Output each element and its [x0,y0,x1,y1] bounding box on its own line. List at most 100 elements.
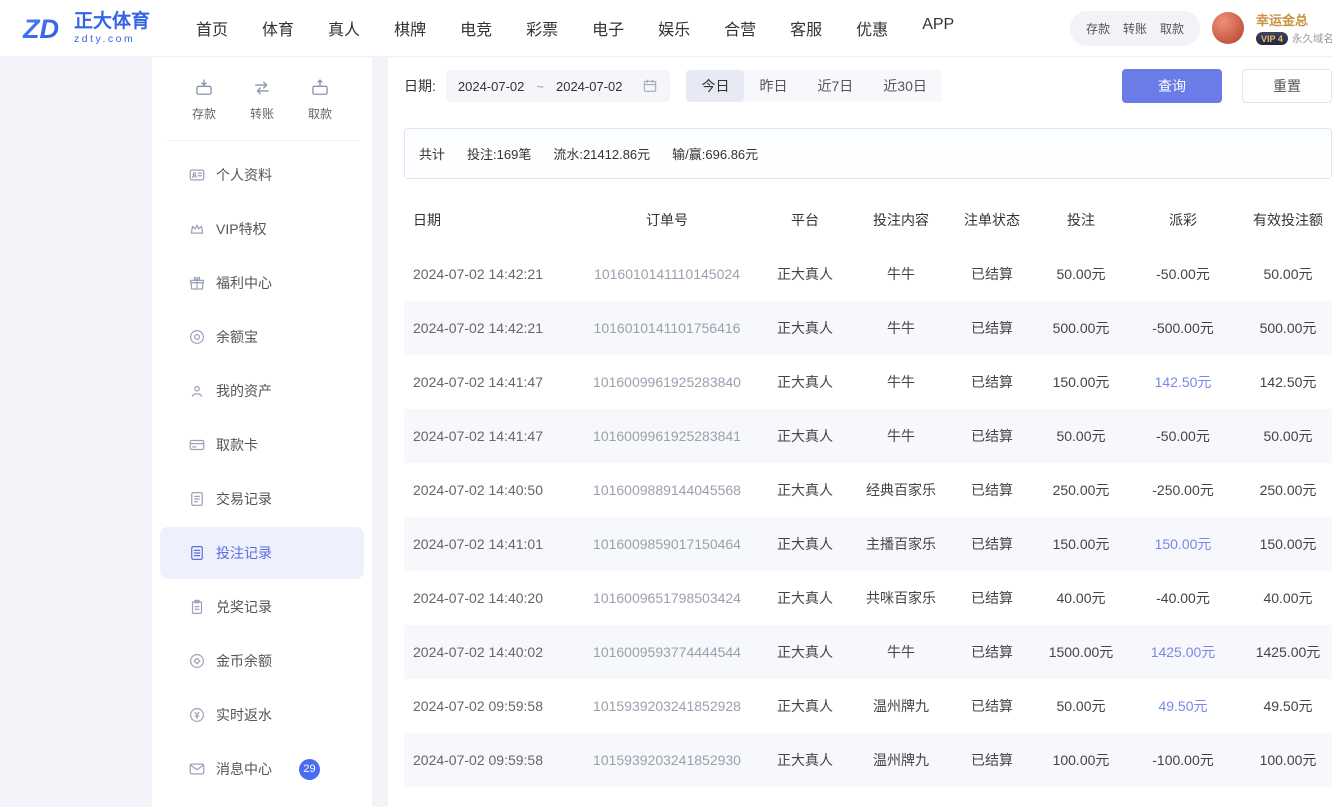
cell-date: 2024-07-02 14:41:01 [404,536,574,552]
cell-order-number: 1015939203241852930 [574,752,760,768]
withdraw-icon [310,78,330,98]
header-platform: 平台 [760,210,850,230]
date-to: 2024-07-02 [556,79,623,94]
nav-item[interactable]: 体育 [262,16,294,40]
nav-item[interactable]: 真人 [328,16,360,40]
cell-payout: -50.00元 [1130,264,1236,284]
table-row: 2024-07-02 14:41:47 1016009961925283840 … [404,355,1332,409]
cell-status: 已结算 [952,534,1032,554]
cell-payout: -100.00元 [1130,750,1236,770]
nav-item[interactable]: 娱乐 [658,16,690,40]
cell-status: 已结算 [952,696,1032,716]
range-yesterday-button[interactable]: 昨日 [744,70,802,102]
sidebar-item-assets[interactable]: 我的资产 [160,365,364,417]
nav-item[interactable]: APP [922,16,954,40]
deposit-link[interactable]: 存款 [1086,20,1110,37]
sidebar-item-welfare[interactable]: 福利中心 [160,257,364,309]
cell-bet-content: 温州牌九 [850,750,952,770]
main-nav: 首页 体育 真人 棋牌 电竞 彩票 电子 娱乐 合营 客服 优惠 APP [196,16,954,40]
brand-name: 正大体育 [74,11,150,33]
cell-date: 2024-07-02 14:40:02 [404,644,574,660]
sidebar-item-redeem-records[interactable]: 兑奖记录 [160,581,364,633]
cell-status: 已结算 [952,750,1032,770]
table-row: 2024-07-02 14:42:21 1016010141110145024 … [404,247,1332,301]
nav-item[interactable]: 客服 [790,16,822,40]
withdraw-quick-action[interactable]: 取款 [308,78,332,122]
cell-platform: 正大真人 [760,480,850,500]
cell-payout: -50.00元 [1130,426,1236,446]
nav-item[interactable]: 首页 [196,16,228,40]
cell-bet-content: 经典百家乐 [850,480,952,500]
nav-item[interactable]: 电子 [592,16,624,40]
summary-prefix: 共计 [419,144,445,163]
cell-status: 已结算 [952,588,1032,608]
calendar-icon [642,78,658,94]
nav-item[interactable]: 电竞 [460,16,492,40]
brand-domain: zdty.com [74,33,150,45]
cell-platform: 正大真人 [760,534,850,554]
deposit-icon [194,78,214,98]
coin-icon [188,328,206,346]
wallet-quick-actions: 存款 转账 取款 [1070,11,1200,46]
deposit-quick-action[interactable]: 存款 [192,78,216,122]
brand-text: 正大体育 zdty.com [74,11,150,45]
cell-bet-amount: 100.00元 [1032,750,1130,770]
cell-platform: 正大真人 [760,696,850,716]
withdraw-link[interactable]: 取款 [1160,20,1184,37]
cell-bet-content: 共咪百家乐 [850,588,952,608]
sidebar-item-gold-balance[interactable]: 金币余额 [160,635,364,687]
sidebar-item-bet-records[interactable]: 投注记录 [160,527,364,579]
cell-order-number: 1016009961925283841 [574,428,760,444]
cell-platform: 正大真人 [760,642,850,662]
header-bet-content: 投注内容 [850,210,952,230]
cell-bet-content: 牛牛 [850,642,952,662]
sidebar-item-profile[interactable]: 个人资料 [160,149,364,201]
gift-icon [188,274,206,292]
reset-button[interactable]: 重置 [1242,69,1332,103]
transfer-icon [252,78,272,98]
range-today-button[interactable]: 今日 [686,70,744,102]
cell-valid-bet: 250.00元 [1236,480,1332,500]
header-bet-amount: 投注 [1032,210,1130,230]
cell-valid-bet: 50.00元 [1236,426,1332,446]
table-body: 2024-07-02 14:42:21 1016010141110145024 … [404,247,1332,787]
brand-logo[interactable]: ZD 正大体育 zdty.com [22,8,150,48]
range-7days-button[interactable]: 近7日 [802,70,868,102]
nav-item[interactable]: 优惠 [856,16,888,40]
cell-payout: -500.00元 [1130,318,1236,338]
summary-bar: 共计 投注:169笔 流水:21412.86元 输/赢:696.86元 [404,128,1332,179]
sidebar-item-yuebao[interactable]: 余额宝 [160,311,364,363]
cell-valid-bet: 49.50元 [1236,696,1332,716]
user-info: 幸运金总 VIP 4 永久域名: z [1256,10,1332,46]
summary-bets: 投注:169笔 [467,144,531,163]
range-30days-button[interactable]: 近30日 [868,70,942,102]
sidebar-item-vip[interactable]: VIP特权 [160,203,364,255]
bet-records-table: 日期 订单号 平台 投注内容 注单状态 投注 派彩 有效投注额 2024-07-… [404,193,1332,787]
cell-order-number: 1016010141110145024 [574,266,760,282]
cell-order-number: 1016009593774444544 [574,644,760,660]
sidebar-item-transaction-records[interactable]: 交易记录 [160,473,364,525]
table-row: 2024-07-02 14:41:01 1016009859017150464 … [404,517,1332,571]
sidebar-item-rebate[interactable]: 实时返水 [160,689,364,741]
nav-item[interactable]: 彩票 [526,16,558,40]
cell-bet-content: 牛牛 [850,264,952,284]
table-row: 2024-07-02 09:59:58 1015939203241852928 … [404,679,1332,733]
search-button[interactable]: 查询 [1122,69,1222,103]
avatar[interactable] [1212,12,1244,44]
cell-bet-amount: 50.00元 [1032,426,1130,446]
table-header: 日期 订单号 平台 投注内容 注单状态 投注 派彩 有效投注额 [404,193,1332,247]
table-row: 2024-07-02 14:41:47 1016009961925283841 … [404,409,1332,463]
date-range-picker[interactable]: 2024-07-02 ~ 2024-07-02 [446,70,671,102]
date-filter-label: 日期: [404,76,436,96]
transfer-link[interactable]: 转账 [1123,20,1147,37]
cell-payout: 142.50元 [1130,372,1236,392]
nav-item[interactable]: 合营 [724,16,756,40]
header-valid-bet: 有效投注额 [1236,210,1332,230]
user-subline: VIP 4 永久域名: z [1256,31,1332,46]
sidebar-item-message-center[interactable]: 消息中心 29 [160,743,364,795]
sidebar-item-withdraw-card[interactable]: 取款卡 [160,419,364,471]
nav-item[interactable]: 棋牌 [394,16,426,40]
header-payout: 派彩 [1130,210,1236,230]
transfer-quick-action[interactable]: 转账 [250,78,274,122]
table-row: 2024-07-02 14:40:50 1016009889144045568 … [404,463,1332,517]
